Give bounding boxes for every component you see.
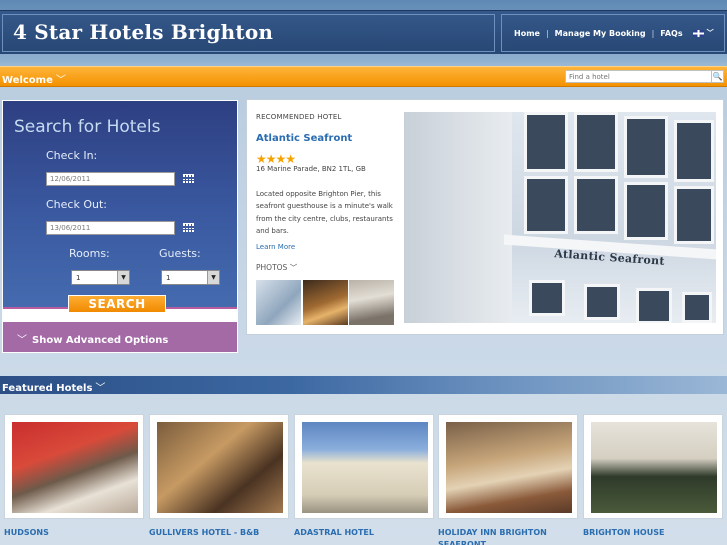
welcome-label: Welcome: [2, 75, 53, 86]
calendar-icon[interactable]: [183, 174, 194, 183]
photos-label: PHOTOS: [256, 263, 288, 272]
find-hotel-input[interactable]: [565, 70, 712, 83]
rooms-label: Rooms:: [69, 247, 110, 260]
nav-separator: |: [651, 28, 655, 38]
star-rating: ★★★★: [256, 152, 296, 166]
learn-more-link[interactable]: Learn More: [256, 243, 295, 251]
welcome-toggle[interactable]: Welcome ﹀: [2, 71, 66, 86]
hotel-photo[interactable]: [157, 422, 283, 513]
hotel-description: Located opposite Brighton Pier, this sea…: [256, 190, 393, 235]
hero-window: [682, 292, 712, 323]
hotel-name-link[interactable]: ADASTRAL HOTEL: [294, 527, 434, 539]
rooms-value: 1: [76, 274, 81, 282]
rooms-select[interactable]: 1 ▼: [71, 270, 130, 285]
chevron-down-icon[interactable]: ▼: [207, 271, 219, 284]
advanced-options-label: Show Advanced Options: [32, 335, 169, 346]
featured-hotels-bar: Featured Hotels ﹀: [0, 376, 727, 394]
nav-manage-booking-link[interactable]: Manage My Booking: [555, 29, 646, 38]
check-in-label: Check In:: [46, 149, 98, 162]
hero-window: [524, 176, 568, 234]
featured-label: Featured Hotels: [2, 383, 93, 394]
hotel-name-link[interactable]: GULLIVERS HOTEL - B&B: [149, 527, 289, 539]
hotel-photo[interactable]: [12, 422, 138, 513]
photos-toggle[interactable]: PHOTOS ﹀: [256, 262, 297, 273]
uk-flag-icon[interactable]: [692, 29, 704, 37]
hero-window: [674, 120, 714, 182]
recommended-hotel-name[interactable]: Atlantic Seafront: [256, 133, 352, 144]
hero-wall: [404, 112, 512, 323]
hotel-name-link[interactable]: HOLIDAY INN BRIGHTON SEAFRONT: [438, 527, 558, 545]
chevron-down-icon: ﹀: [55, 75, 66, 86]
hotel-card-brighton-house[interactable]: [583, 414, 723, 519]
photo-thumbnail[interactable]: [349, 280, 394, 325]
site-title[interactable]: 4 Star Hotels Brighton: [13, 20, 273, 44]
hotel-photo[interactable]: [591, 422, 717, 513]
nav-faqs-link[interactable]: FAQs: [660, 29, 682, 38]
hotel-name-link[interactable]: BRIGHTON HOUSE: [583, 527, 723, 539]
hotel-card-holiday-inn[interactable]: [438, 414, 578, 519]
photo-thumbnail[interactable]: [303, 280, 348, 325]
show-advanced-options-button[interactable]: ﹀ Show Advanced Options: [3, 322, 237, 352]
chevron-down-icon: ﹀: [289, 263, 298, 272]
hero-window: [636, 288, 672, 323]
search-title: Search for Hotels: [14, 117, 161, 137]
hotel-card-hudsons[interactable]: [4, 414, 144, 519]
hotel-address: 16 Marine Parade, BN2 1TL, GB: [256, 165, 366, 173]
nav-home-link[interactable]: Home: [514, 29, 540, 38]
chevron-down-icon: ﹀: [17, 335, 27, 346]
hero-window: [584, 284, 620, 320]
hotel-hero-image[interactable]: Atlantic Seafront: [404, 112, 716, 323]
hotel-name-link[interactable]: HUDSONS: [4, 527, 144, 539]
hotel-card-adastral[interactable]: [294, 414, 434, 519]
hero-window: [674, 186, 714, 244]
nav-separator: |: [545, 28, 549, 38]
guests-label: Guests:: [159, 247, 201, 260]
top-nav: Home | Manage My Booking | FAQs ﹀: [501, 14, 725, 52]
hotel-photo[interactable]: [446, 422, 572, 513]
logo-box[interactable]: 4 Star Hotels Brighton: [2, 14, 495, 52]
hero-window: [624, 182, 668, 240]
hero-window: [574, 112, 618, 172]
recommended-kicker: RECOMMENDED HOTEL: [256, 113, 342, 121]
hero-window: [624, 116, 668, 178]
hero-window: [574, 176, 618, 234]
check-in-field[interactable]: 12/06/2011: [46, 172, 175, 186]
chevron-down-icon[interactable]: ▼: [117, 271, 129, 284]
search-panel: Search for Hotels Check In: 12/06/2011 C…: [2, 100, 238, 353]
chevron-down-icon[interactable]: ﹀: [707, 28, 714, 38]
site-header: 4 Star Hotels Brighton Home | Manage My …: [0, 10, 727, 54]
photo-thumbnail[interactable]: [256, 280, 301, 325]
hero-window: [529, 280, 565, 316]
guests-select[interactable]: 1 ▼: [161, 270, 220, 285]
hotel-photo[interactable]: [302, 422, 428, 513]
welcome-bar: Welcome﹀ 🔍: [0, 66, 727, 87]
guests-value: 1: [166, 274, 171, 282]
calendar-icon[interactable]: [183, 223, 194, 232]
hotel-card-gullivers[interactable]: [149, 414, 289, 519]
check-out-field[interactable]: 13/06/2011: [46, 221, 175, 235]
chevron-down-icon: ﹀: [95, 383, 106, 394]
hero-window: [524, 112, 568, 172]
search-button[interactable]: SEARCH: [68, 295, 166, 313]
check-out-label: Check Out:: [46, 198, 107, 211]
recommended-hotel-panel: RECOMMENDED HOTEL Atlantic Seafront ★★★★…: [246, 99, 724, 335]
featured-toggle[interactable]: Featured Hotels ﹀: [2, 379, 105, 394]
search-icon[interactable]: 🔍: [712, 70, 724, 83]
